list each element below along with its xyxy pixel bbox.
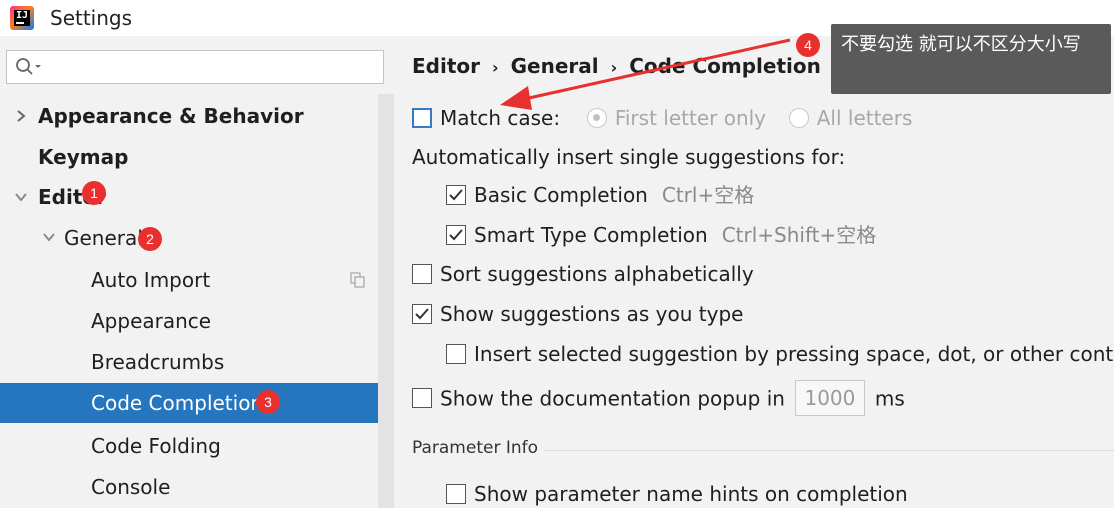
breadcrumb-separator: ›	[610, 58, 618, 77]
insert-selected-row: Insert selected suggestion by pressing s…	[446, 340, 1114, 368]
settings-sidebar: Appearance & Behavior Keymap Editor 1 Ge…	[0, 36, 394, 508]
checkmark-icon	[449, 188, 463, 200]
checkmark-icon	[415, 307, 429, 319]
auto-insert-heading: Automatically insert single suggestions …	[412, 145, 846, 169]
insert-selected-label: Insert selected suggestion by pressing s…	[474, 342, 1114, 366]
annotation-badge-1: 1	[82, 181, 106, 205]
doc-popup-unit: ms	[874, 386, 905, 411]
doc-popup-label: Show the documentation popup in	[440, 386, 785, 411]
show-as-type-checkbox[interactable]	[412, 303, 432, 324]
breadcrumb-general[interactable]: General	[511, 54, 599, 78]
doc-popup-row: Show the documentation popup in 1000 ms	[412, 380, 905, 416]
section-divider	[544, 450, 1114, 451]
sidebar-item-keymap[interactable]: Keymap	[38, 140, 128, 174]
match-case-checkbox[interactable]	[412, 107, 432, 128]
doc-popup-checkbox[interactable]	[412, 388, 432, 408]
sidebar-item-code-folding[interactable]: Code Folding	[91, 429, 221, 463]
search-icon[interactable]	[15, 57, 43, 77]
sidebar-item-breadcrumbs[interactable]: Breadcrumbs	[91, 345, 224, 379]
annotation-badge-4: 4	[796, 33, 820, 57]
breadcrumb: Editor › General › Code Completion	[412, 54, 821, 78]
show-as-type-label: Show suggestions as you type	[440, 302, 744, 326]
sidebar-item-appearance[interactable]: Appearance	[91, 304, 211, 338]
breadcrumb-code-completion: Code Completion	[629, 54, 821, 78]
chevron-down-icon[interactable]	[42, 230, 56, 244]
insert-selected-checkbox[interactable]	[446, 343, 466, 364]
basic-completion-checkbox[interactable]	[446, 184, 466, 205]
smart-type-label: Smart Type Completion	[474, 223, 708, 247]
intellij-logo-icon: IJ	[10, 6, 34, 30]
param-hints-row: Show parameter name hints on completion	[446, 480, 908, 508]
first-letter-label: First letter only	[614, 106, 767, 130]
annotation-badge-2: 2	[138, 227, 162, 251]
annotation-badge-3: 3	[256, 390, 280, 414]
sort-alpha-label: Sort suggestions alphabetically	[440, 262, 754, 286]
window-title: Settings	[50, 6, 133, 30]
sidebar-selected-row[interactable]: Code Completion 3	[0, 383, 378, 423]
checkmark-icon	[449, 228, 463, 240]
param-hints-checkbox[interactable]	[446, 483, 466, 504]
all-letters-radio[interactable]	[788, 107, 809, 128]
search-input[interactable]	[6, 50, 384, 84]
show-as-type-row: Show suggestions as you type	[412, 300, 743, 328]
sidebar-item-general[interactable]: General	[64, 221, 143, 255]
match-case-row: Match case: First letter only All letter…	[412, 104, 912, 132]
smart-type-row: Smart Type Completion Ctrl+Shift+空格	[446, 221, 876, 249]
sidebar-item-console[interactable]: Console	[91, 470, 170, 504]
copy-icon	[350, 272, 365, 288]
sidebar-item-code-completion[interactable]: Code Completion	[91, 386, 263, 420]
sort-alpha-checkbox[interactable]	[412, 263, 432, 284]
first-letter-radio[interactable]	[586, 107, 607, 128]
basic-completion-shortcut: Ctrl+空格	[661, 183, 755, 207]
chevron-right-icon[interactable]	[14, 109, 28, 123]
all-letters-label: All letters	[816, 106, 913, 130]
smart-type-shortcut: Ctrl+Shift+空格	[721, 223, 877, 247]
smart-type-checkbox[interactable]	[446, 224, 466, 245]
match-case-label: Match case:	[440, 106, 561, 130]
sort-alpha-row: Sort suggestions alphabetically	[412, 260, 754, 288]
doc-popup-delay-input[interactable]: 1000	[794, 380, 865, 416]
breadcrumb-editor[interactable]: Editor	[412, 54, 480, 78]
parameter-info-heading: Parameter Info	[412, 438, 539, 458]
settings-content: Editor › General › Code Completion Match cas…	[394, 36, 1114, 508]
annotation-tooltip: 不要勾选 就可以不区分大小写	[831, 24, 1111, 94]
sidebar-item-appearance-behavior[interactable]: Appearance & Behavior	[38, 99, 304, 133]
chevron-down-icon[interactable]	[14, 190, 28, 204]
sidebar-scrollbar[interactable]	[378, 94, 394, 508]
param-hints-label: Show parameter name hints on completion	[474, 482, 908, 506]
breadcrumb-separator: ›	[492, 58, 499, 77]
sidebar-item-auto-import[interactable]: Auto Import	[91, 263, 210, 297]
basic-completion-label: Basic Completion	[474, 183, 648, 207]
basic-completion-row: Basic Completion Ctrl+空格	[446, 181, 754, 209]
